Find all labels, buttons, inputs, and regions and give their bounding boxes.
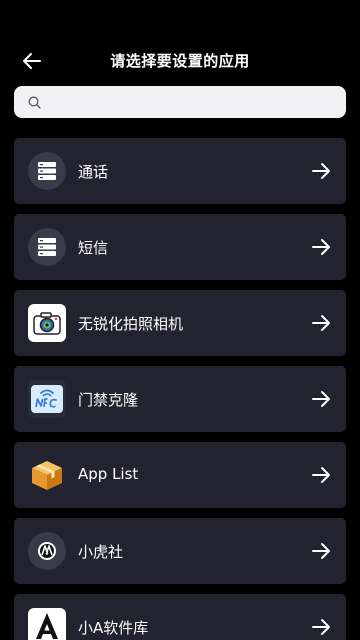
server-icon (28, 152, 66, 190)
arrow-right-icon (312, 543, 330, 559)
arrow-right-icon (312, 239, 330, 255)
server-icon (28, 228, 66, 266)
app-label: 小虎社 (78, 543, 124, 561)
app-label: 小A软件库 (78, 619, 149, 637)
arrow-right-icon (312, 391, 330, 407)
app-item-xiaohushe[interactable]: 小虎社 (14, 518, 346, 584)
app-item-call[interactable]: 通话 (14, 138, 346, 204)
app-label: 无锐化拍照相机 (78, 315, 184, 333)
search-bar[interactable] (14, 86, 346, 118)
app-item-xiaoa[interactable]: 小A软件库 (14, 594, 346, 640)
header: 请选择要设置的应用 (0, 42, 360, 80)
arrow-right-icon (312, 467, 330, 483)
app-screen: 请选择要设置的应用 通话 短信 无锐化拍照相机 门禁克隆 App List 小虎… (0, 0, 360, 640)
a-logo-icon (28, 608, 66, 640)
app-item-nfc[interactable]: 门禁克隆 (14, 366, 346, 432)
app-item-camera[interactable]: 无锐化拍照相机 (14, 290, 346, 356)
arrow-right-icon (312, 163, 330, 179)
camera-icon (28, 304, 66, 342)
tiger-icon (28, 532, 66, 570)
app-item-sms[interactable]: 短信 (14, 214, 346, 280)
page-title: 请选择要设置的应用 (110, 52, 250, 70)
search-input[interactable] (49, 93, 343, 111)
app-list: 通话 短信 无锐化拍照相机 门禁克隆 App List 小虎社 小A软件库 (14, 138, 346, 640)
search-icon (28, 96, 41, 109)
arrow-right-icon (312, 315, 330, 331)
app-label: 短信 (78, 239, 109, 257)
arrow-right-icon (312, 619, 330, 635)
box-icon (28, 456, 66, 494)
app-item-app-list[interactable]: App List (14, 442, 346, 508)
app-label: App List (78, 465, 139, 483)
nfc-icon (28, 380, 66, 418)
app-label: 门禁克隆 (78, 391, 139, 409)
app-label: 通话 (78, 163, 109, 181)
